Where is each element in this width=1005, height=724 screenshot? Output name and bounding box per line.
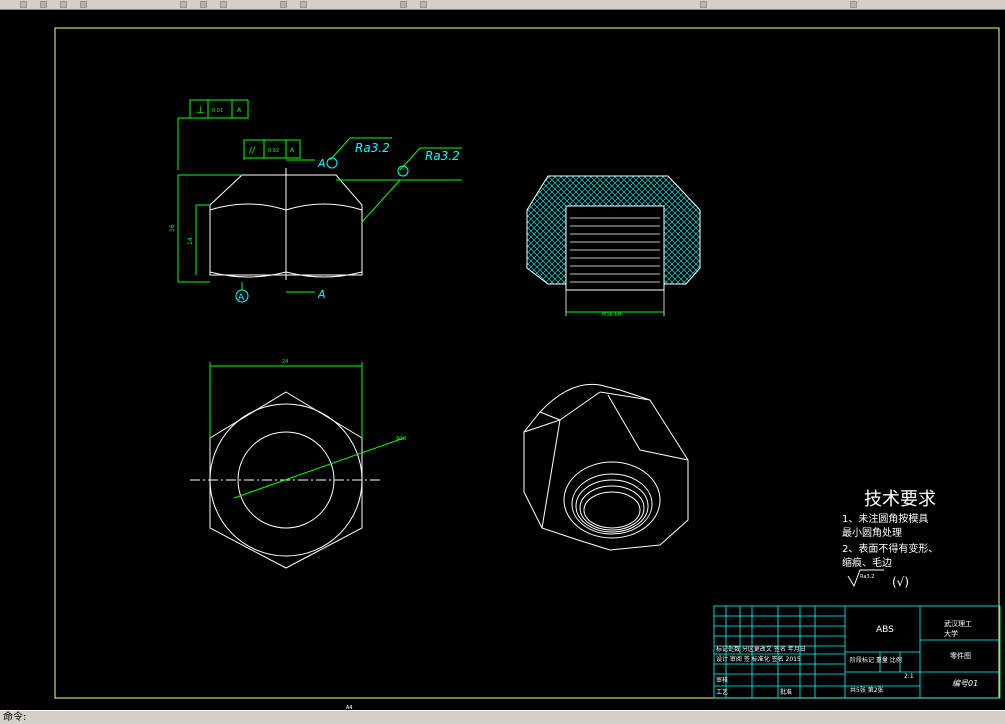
toolbar	[0, 0, 1005, 10]
tb-ratio: 2:1	[904, 673, 914, 680]
front-dimensions	[177, 117, 462, 293]
tech-ra-symbol: Ra3.2	[860, 574, 874, 580]
zoom-icon[interactable]	[420, 1, 427, 8]
new-icon[interactable]	[20, 1, 27, 8]
tech-requirements: 技术要求 1、未注圆角按模具 最小圆角处理 2、表面不得有变形、 缩痕、毛边 R…	[842, 489, 938, 589]
tb-school: 武汉理工	[944, 619, 972, 628]
roughness-label-2: Ra3.2	[425, 149, 460, 163]
tb-approve: 批准	[780, 688, 792, 696]
tech-line3: 2、表面不得有变形、	[842, 542, 938, 555]
svg-text:16: 16	[169, 224, 176, 232]
tb-sheet-info: 共5张 第2张	[850, 686, 884, 694]
gdt-tol-perp: 0.01	[212, 108, 223, 114]
tb-drawing-no: 编号01	[952, 679, 978, 688]
redo-icon[interactable]	[300, 1, 307, 8]
tb-design: 设计 审阅 签 标准化 签名 2015	[716, 655, 801, 663]
tb-drawing-type: 零件图	[950, 651, 971, 660]
section-view: M16-6H	[526, 175, 701, 318]
tb-material: ABS	[876, 625, 894, 635]
tech-line4: 缩痕、毛边	[842, 556, 892, 569]
open-icon[interactable]	[40, 1, 47, 8]
top-dimensions	[209, 362, 405, 499]
diameter-dim: Φ16	[396, 436, 406, 442]
pan-icon[interactable]	[400, 1, 407, 8]
command-line[interactable]: 命令:	[0, 710, 1005, 724]
gdt-parallel-frame: // 0.02 A	[243, 139, 301, 159]
tb-ratio-label: 阶段标记 重量 比例	[850, 656, 902, 664]
tech-title: 技术要求	[864, 489, 936, 510]
gdt-datum-perp: A	[237, 107, 242, 114]
gdt-symbol-parallel: //	[249, 146, 256, 156]
width-dim: 24	[282, 359, 288, 365]
thread-dim: M16-6H	[602, 312, 622, 318]
tb-school2: 大学	[944, 629, 958, 638]
roughness-symbol-1: Ra3.2	[326, 141, 390, 169]
datum-label: A	[238, 293, 245, 303]
gdt-datum-parallel: A	[290, 147, 295, 154]
front-view	[209, 168, 363, 280]
paste-icon[interactable]	[220, 1, 227, 8]
sheet-border	[54, 27, 1000, 699]
roughness-label-1: Ra3.2	[355, 141, 390, 155]
tech-line1: 1、未注圆角按模具	[842, 512, 928, 525]
datum-marker: A	[235, 289, 249, 303]
svg-text:14: 14	[187, 237, 194, 245]
cad-drawing: 16 14 ⊥ 0.01 A // 0.02 A Ra3.2 Ra3.2 A A…	[54, 27, 1001, 711]
title-block-text: ABS 武汉理工 大学 零件图 编号01 标记处数 分区更改文 签名 年月日 设…	[716, 619, 978, 696]
undo-icon[interactable]	[280, 1, 287, 8]
drawing-canvas[interactable]: 16 14 ⊥ 0.01 A // 0.02 A Ra3.2 Ra3.2 A A…	[0, 10, 1005, 711]
copy-icon[interactable]	[200, 1, 207, 8]
tech-other-symbol: (√)	[892, 575, 909, 589]
layers-icon[interactable]	[850, 1, 857, 8]
section-label-top: A	[317, 157, 326, 170]
tb-process: 工艺	[716, 688, 728, 696]
front-dim-text: 16 14	[169, 224, 194, 245]
tech-line2: 最小圆角处理	[842, 527, 902, 539]
print-icon[interactable]	[80, 1, 87, 8]
tb-check: 审核	[716, 676, 728, 684]
properties-icon[interactable]	[700, 1, 707, 8]
gdt-tol-parallel: 0.02	[268, 148, 279, 154]
gdt-symbol-perp: ⊥	[196, 105, 205, 116]
section-label-bottom: A	[317, 288, 326, 301]
tb-row-mark: 标记处数 分区更改文 签名 年月日	[716, 645, 806, 653]
cut-icon[interactable]	[180, 1, 187, 8]
isometric-view	[523, 383, 689, 551]
save-icon[interactable]	[60, 1, 67, 8]
command-prompt: 命令:	[3, 712, 27, 723]
gdt-perpendicular-frame: ⊥ 0.01 A	[189, 99, 249, 119]
